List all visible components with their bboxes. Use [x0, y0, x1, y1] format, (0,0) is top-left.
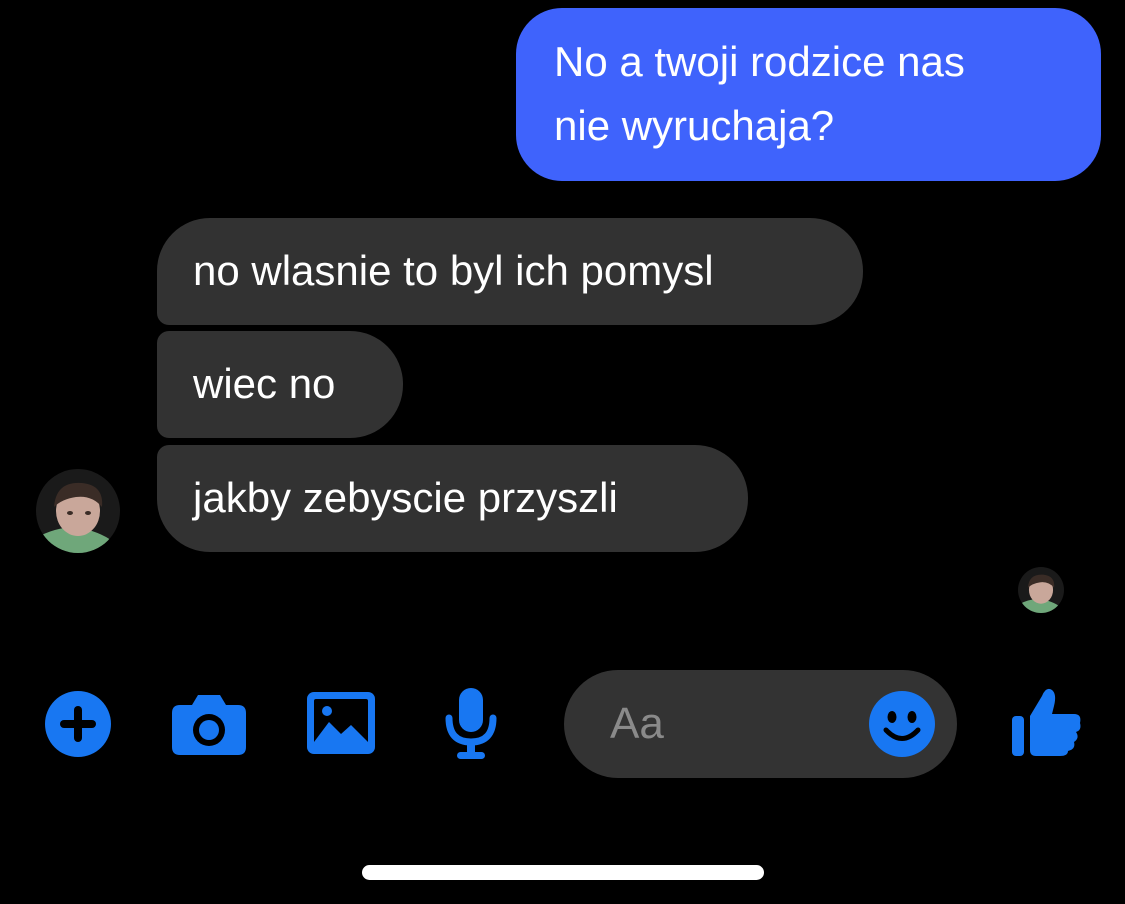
outgoing-message-line: nie wyruchaja? [554, 102, 835, 149]
incoming-message-bubble[interactable]: wiec no [157, 331, 403, 438]
sender-avatar[interactable] [36, 469, 120, 553]
plus-icon[interactable] [44, 690, 112, 758]
incoming-message-bubble[interactable]: no wlasnie to byl ich pomysl [157, 218, 863, 325]
emoji-icon[interactable] [869, 691, 935, 757]
seen-indicator-avatar [1018, 567, 1064, 613]
home-indicator[interactable] [362, 865, 764, 880]
message-input[interactable]: Aa [564, 670, 957, 778]
microphone-icon[interactable] [443, 688, 499, 760]
message-input-placeholder: Aa [610, 699, 664, 748]
camera-icon[interactable] [172, 695, 246, 755]
outgoing-message-line: No a twoji rodzice nas [554, 38, 965, 85]
gallery-icon[interactable] [307, 692, 375, 754]
outgoing-message-bubble[interactable]: No a twoji rodzice nas nie wyruchaja? [516, 8, 1101, 181]
thumbs-up-icon[interactable] [1012, 686, 1082, 756]
incoming-message-bubble[interactable]: jakby zebyscie przyszli [157, 445, 748, 552]
